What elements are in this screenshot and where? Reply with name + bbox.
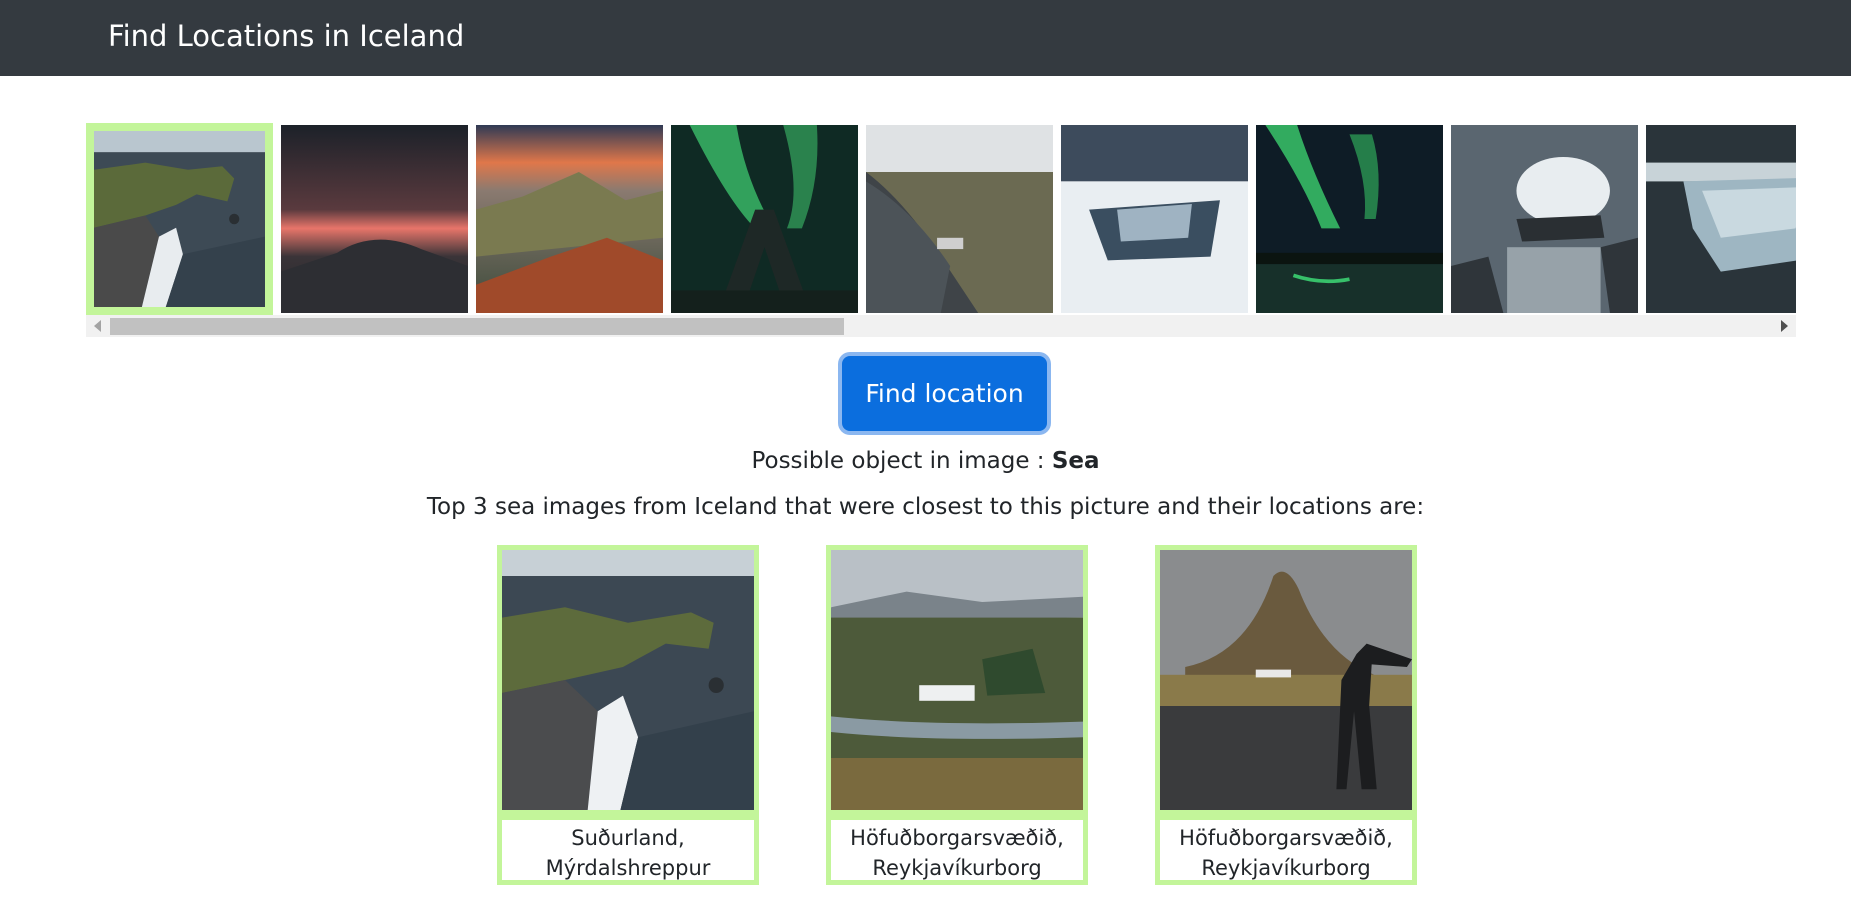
thumbnail-mountain-valley-sunset[interactable] (476, 125, 663, 313)
match-location-label: Höfuðborgarsvæðið, Reykjavíkurborg (826, 815, 1088, 885)
match-location-label: Suðurland, Mýrdalshreppur (497, 815, 759, 885)
match-image (497, 545, 759, 815)
match-card: Suðurland, Mýrdalshreppur (497, 545, 759, 885)
thumbnail-crashing-wave-rock[interactable] (1451, 125, 1638, 313)
detected-object-prefix: Possible object in image : (751, 448, 1052, 474)
match-location-municipality: Mýrdalshreppur (545, 856, 711, 880)
thumbnail-sea-cliff-arch[interactable] (86, 123, 273, 315)
top-navbar: Find Locations in Iceland (0, 0, 1851, 76)
gallery-scrollbar[interactable] (86, 315, 1796, 337)
match-location-municipality: Reykjavíkurborg (1201, 856, 1371, 880)
match-card: Höfuðborgarsvæðið, Reykjavíkurborg (826, 545, 1088, 885)
thumbnail-aurora-lake-forest[interactable] (1256, 125, 1443, 313)
match-location-municipality: Reykjavíkurborg (872, 856, 1042, 880)
detected-object-value: Sea (1051, 448, 1100, 474)
thumbnail-black-beach-shipwreck[interactable] (866, 125, 1053, 313)
match-location-region: Suðurland, (571, 826, 685, 850)
thumbnail-frozen-waterfall-canyon[interactable] (1061, 125, 1248, 313)
match-location-region: Höfuðborgarsvæðið, (850, 826, 1064, 850)
image-gallery (86, 123, 1796, 337)
scroll-left-arrow-icon[interactable] (94, 320, 101, 332)
app-title[interactable]: Find Locations in Iceland (108, 17, 464, 55)
results-summary: Top 3 sea images from Iceland that were … (426, 494, 1425, 520)
match-location-label: Höfuðborgarsvæðið, Reykjavíkurborg (1155, 815, 1417, 885)
match-image (1155, 545, 1417, 815)
find-location-button[interactable]: Find location (842, 356, 1047, 431)
scrollbar-thumb[interactable] (110, 318, 844, 335)
thumbnail-red-sunset-clouds[interactable] (281, 125, 468, 313)
match-card: Höfuðborgarsvæðið, Reykjavíkurborg (1155, 545, 1417, 885)
scroll-right-arrow-icon[interactable] (1781, 320, 1788, 332)
thumbnail-glacier-ice[interactable] (1646, 125, 1796, 313)
thumbnail-strip (86, 123, 1796, 315)
detected-object-line: Possible object in image : Sea (0, 446, 1851, 476)
thumbnail-aurora-stone-arch[interactable] (671, 125, 858, 313)
match-location-region: Höfuðborgarsvæðið, (1179, 826, 1393, 850)
match-image (826, 545, 1088, 815)
